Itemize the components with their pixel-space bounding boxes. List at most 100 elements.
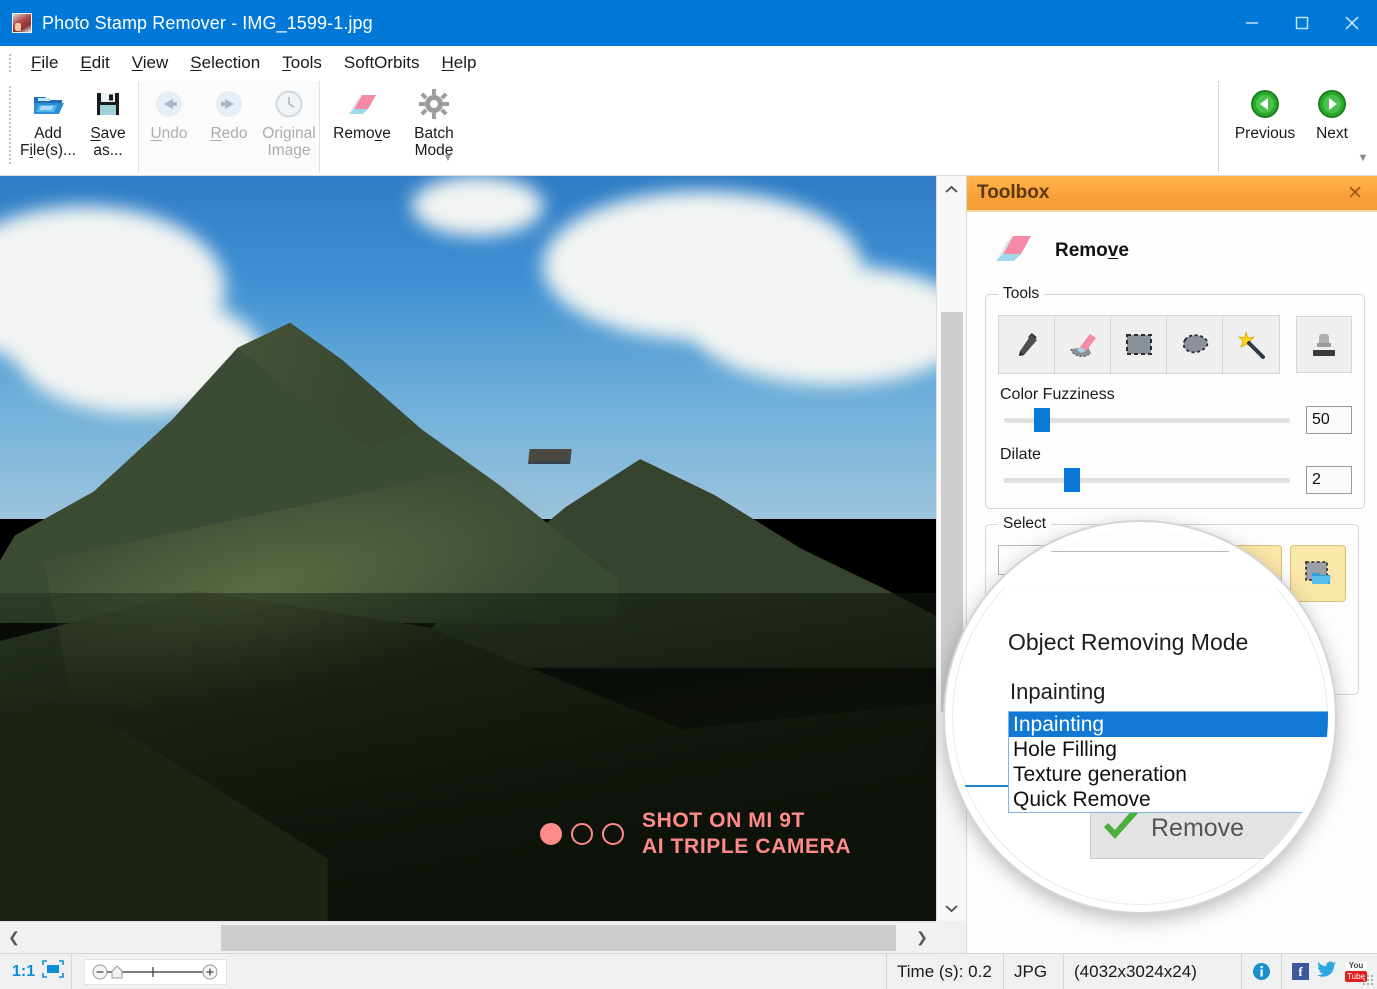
menu-grip-handle[interactable]	[8, 53, 12, 74]
menu-bar: File Edit View Selection Tools SoftOrbit…	[0, 46, 1377, 81]
facebook-icon[interactable]: f	[1292, 963, 1309, 980]
image-canvas[interactable]	[0, 176, 936, 921]
undo-button[interactable]: Undo	[139, 81, 199, 142]
redo-arrow-icon	[212, 87, 246, 121]
ribbon-grip-handle[interactable]	[8, 85, 12, 165]
dropdown-option-inpainting[interactable]: Inpainting	[1009, 712, 1333, 737]
slider-track	[1004, 478, 1290, 483]
floppy-disk-icon	[91, 87, 125, 121]
menu-item-view[interactable]: View	[121, 51, 180, 75]
status-bar: 1:1 Time (s)	[0, 953, 1377, 989]
gear-icon	[417, 87, 451, 121]
magnifier-overlay: Object Removing Mode Inpainting Remove I…	[945, 522, 1335, 912]
object-removing-mode-value[interactable]: Inpainting	[1010, 679, 1105, 705]
status-format: JPG	[1004, 954, 1064, 989]
fit-to-screen-icon[interactable]	[41, 959, 65, 984]
dropdown-option-hole-filling[interactable]: Hole Filling	[1009, 737, 1333, 762]
menu-item-tools[interactable]: Tools	[271, 51, 333, 75]
close-icon[interactable]: ✕	[1343, 184, 1367, 203]
zoom-slider-control[interactable]	[84, 959, 227, 985]
chevron-down-icon	[1010, 559, 1024, 567]
green-right-arrow-icon	[1315, 87, 1349, 121]
slider-thumb[interactable]	[1064, 468, 1080, 492]
ribbon-overflow-icon[interactable]: ▼	[440, 150, 456, 166]
undo-arrow-icon	[152, 87, 186, 121]
hut-roof	[528, 449, 571, 461]
toolbox-mode-header: Remove	[991, 230, 1359, 271]
lasso-icon[interactable]	[1167, 316, 1223, 373]
twitter-icon[interactable]	[1317, 961, 1337, 983]
dropdown-option-quick-remove[interactable]: Quick Remove	[1009, 787, 1333, 812]
previous-button[interactable]: Previous	[1229, 81, 1301, 142]
slider-thumb[interactable]	[1034, 408, 1050, 432]
scroll-left-icon[interactable]: ❮	[0, 922, 28, 954]
color-fuzziness-slider[interactable]	[998, 407, 1296, 433]
color-fuzziness-value[interactable]: 50	[1306, 406, 1352, 434]
youtube-you-text: You	[1349, 961, 1364, 970]
dilate-slider[interactable]	[998, 467, 1296, 493]
ribbon-expand-icon[interactable]: ▼	[1355, 150, 1371, 166]
zoom-controls-cell: 1:1	[0, 954, 72, 989]
zoom-ratio-label[interactable]: 1:1	[6, 963, 41, 981]
minimize-icon[interactable]	[1227, 0, 1277, 46]
dropdown-option-texture-generation[interactable]: Texture generation	[1009, 762, 1333, 787]
clock-history-icon	[272, 87, 306, 121]
original-image-button[interactable]: OriginalImage	[259, 81, 319, 159]
undo-label: Undo	[150, 125, 187, 142]
close-icon[interactable]	[1327, 0, 1377, 46]
cloud	[412, 176, 543, 236]
rubber-stamp-icon[interactable]	[1296, 316, 1352, 373]
save-as-button[interactable]: Saveas...	[78, 81, 138, 159]
add-files-label: AddFile(s)...	[20, 125, 76, 159]
dilate-row: 2	[998, 466, 1352, 494]
menu-item-edit[interactable]: Edit	[69, 51, 120, 75]
rectangle-marquee-icon[interactable]	[1111, 316, 1167, 373]
dilate-label: Dilate	[1000, 446, 1352, 464]
next-label: Next	[1316, 125, 1348, 142]
marker-pencil-icon[interactable]	[999, 316, 1055, 373]
dilate-value[interactable]: 2	[1306, 466, 1352, 494]
magnifier-content: Object Removing Mode Inpainting Remove I…	[952, 529, 1328, 905]
magnified-combobox[interactable]	[1000, 551, 1330, 585]
tools-group: Tools	[985, 285, 1365, 509]
toolbox-mode-label: Remove	[1055, 240, 1129, 262]
remove-button[interactable]: Remove	[320, 81, 404, 142]
menu-item-file-label: ile	[41, 53, 58, 72]
magic-wand-icon[interactable]	[1223, 316, 1279, 373]
info-icon[interactable]	[1242, 954, 1282, 989]
menu-item-selection[interactable]: Selection	[179, 51, 271, 75]
object-removing-mode-dropdown[interactable]: Inpainting Hole Filling Texture generati…	[1008, 711, 1334, 813]
previous-label: Previous	[1235, 125, 1295, 142]
color-fuzziness-row: 50	[998, 406, 1352, 434]
ribbon-group-file: AddFile(s)... Saveas...	[18, 81, 138, 173]
redo-button[interactable]: Redo	[199, 81, 259, 142]
application-window: Photo Stamp Remover - IMG_1599-1.jpg Fil…	[0, 0, 1377, 989]
menu-item-file[interactable]: File	[20, 51, 69, 75]
green-left-arrow-icon	[1248, 87, 1282, 121]
hscroll-thumb[interactable]	[221, 925, 896, 951]
object-removing-mode-label: Object Removing Mode	[1008, 629, 1248, 656]
scroll-right-icon[interactable]: ❯	[908, 922, 936, 954]
status-spacer	[227, 954, 886, 989]
tools-group-label: Tools	[998, 285, 1044, 303]
remove-label: Remove	[333, 125, 391, 142]
add-files-button[interactable]: AddFile(s)...	[18, 81, 78, 159]
window-controls	[1227, 0, 1377, 46]
toolbox-header: Toolbox ✕	[967, 176, 1377, 212]
ribbon-group-history: Undo Redo	[138, 81, 320, 173]
tools-row	[998, 315, 1352, 374]
resize-grip-icon[interactable]	[1362, 974, 1374, 986]
magnified-remove-label: Remove	[1151, 814, 1244, 843]
status-time: Time (s): 0.2	[886, 954, 1004, 989]
window-title: Photo Stamp Remover - IMG_1599-1.jpg	[42, 13, 373, 34]
maximize-icon[interactable]	[1277, 0, 1327, 46]
toolbox-title: Toolbox	[977, 182, 1049, 204]
eraser-brush-icon[interactable]	[1055, 316, 1111, 373]
next-button[interactable]: Next	[1301, 81, 1363, 142]
menu-item-softorbits[interactable]: SoftOrbits	[333, 51, 431, 75]
eraser-icon	[991, 230, 1035, 271]
batch-mode-button[interactable]: BatchMode	[404, 81, 464, 159]
scroll-up-icon[interactable]	[937, 176, 967, 202]
horizontal-scrollbar[interactable]: ❮ ❯	[0, 921, 936, 953]
menu-item-help[interactable]: Help	[431, 51, 488, 75]
